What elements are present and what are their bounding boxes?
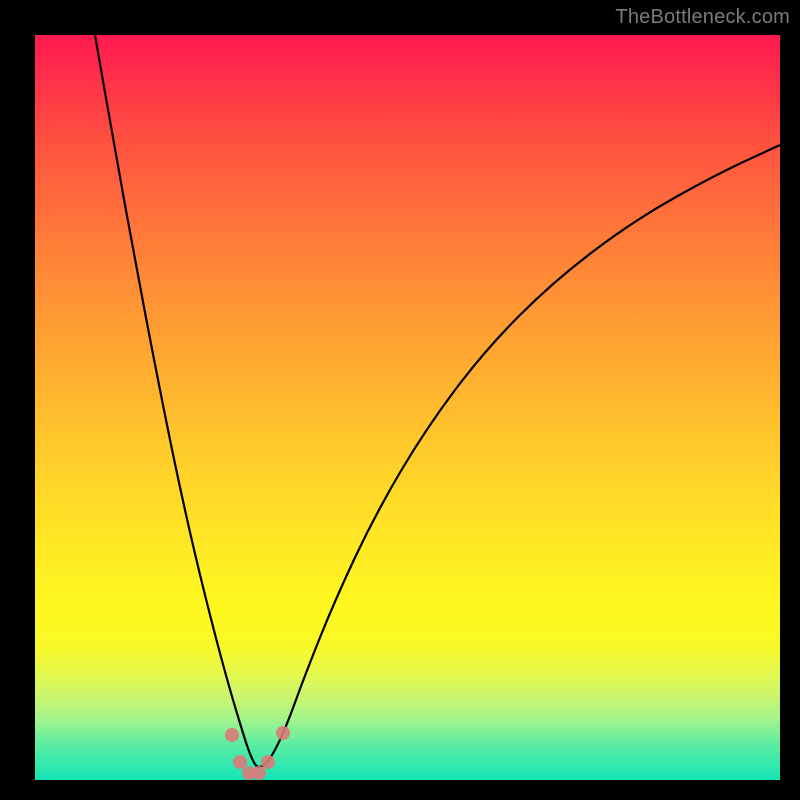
curve-marker bbox=[252, 766, 266, 780]
curve-marker bbox=[261, 755, 275, 769]
plot-area bbox=[35, 35, 780, 780]
curve-marker bbox=[233, 755, 247, 769]
curve-marker bbox=[276, 726, 290, 740]
watermark-text: TheBottleneck.com bbox=[615, 6, 790, 29]
curve-markers bbox=[225, 726, 290, 780]
curve-path bbox=[95, 35, 780, 767]
curve-marker bbox=[225, 728, 239, 742]
bottleneck-curve bbox=[35, 35, 780, 780]
chart-frame: TheBottleneck.com bbox=[0, 0, 800, 800]
